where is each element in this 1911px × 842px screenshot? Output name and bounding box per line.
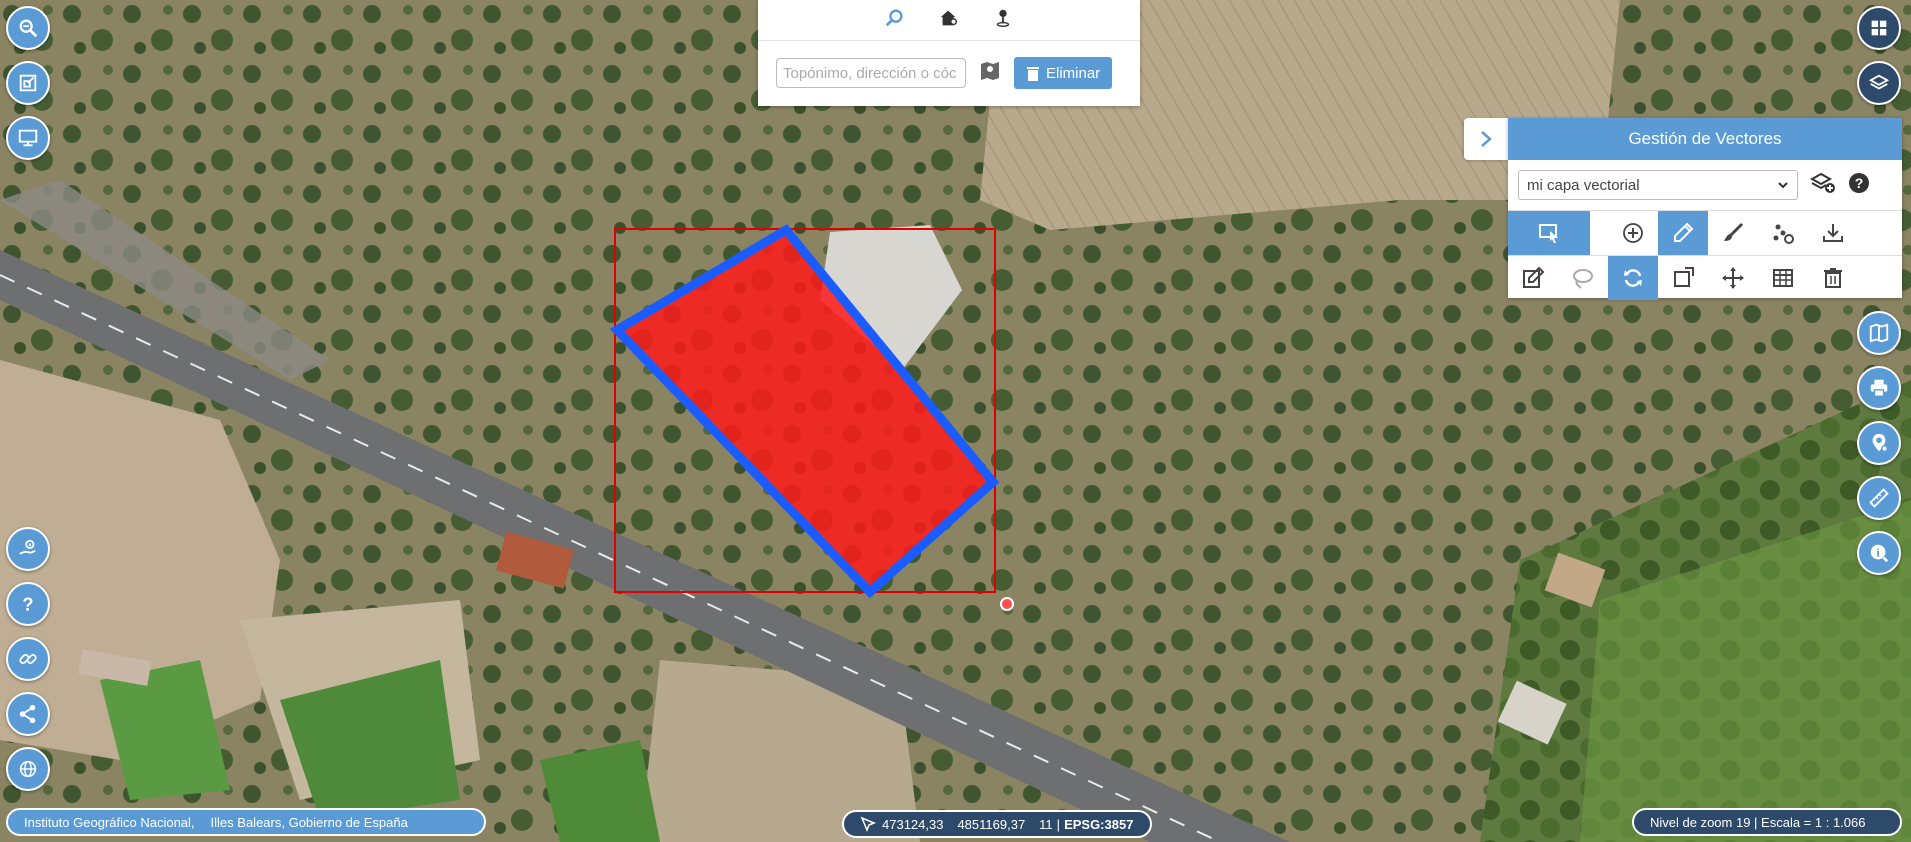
search-input[interactable] <box>776 58 966 88</box>
search-row: Eliminar <box>758 41 1140 89</box>
clear-button[interactable]: Eliminar <box>1014 57 1113 89</box>
apps-button[interactable] <box>1857 6 1901 50</box>
clear-button-label: Eliminar <box>1046 64 1101 82</box>
trash-icon <box>1027 67 1039 81</box>
coord-epsg[interactable]: EPSG:3857 <box>1064 817 1133 832</box>
table-icon <box>1773 269 1793 287</box>
extent-icon <box>19 74 37 92</box>
lasso-icon <box>1573 269 1593 289</box>
tab-search-coordinates[interactable] <box>992 7 1014 34</box>
attribution-ign[interactable]: Instituto Geográfico Nacional, <box>24 815 195 830</box>
tool-row-1 <box>1508 210 1902 255</box>
coordinates-bar: 473124,33 4851169,37 11 | EPSG:3857 <box>842 810 1152 838</box>
snap-icon <box>1773 224 1794 244</box>
measure-button[interactable] <box>1857 476 1901 520</box>
tool-spacer <box>1590 211 1608 255</box>
style-tool[interactable] <box>1708 211 1758 255</box>
scale-bar: Nivel de zoom 19 | Escala = 1 : 1.066 <box>1632 808 1902 836</box>
scale-text: Nivel de zoom 19 | Escala = 1 : 1.066 <box>1650 814 1866 830</box>
layers-button[interactable] <box>1857 61 1901 105</box>
layer-select[interactable]: mi capa vectorial <box>1518 170 1798 200</box>
cursor-icon <box>860 816 876 832</box>
move-arrows-icon <box>1722 267 1744 289</box>
share-button[interactable] <box>6 692 50 736</box>
chevron-down-icon <box>1778 182 1788 189</box>
fullscreen-button[interactable] <box>6 116 50 160</box>
info-button[interactable]: i <box>1857 531 1901 575</box>
rotate-icon <box>1624 269 1642 287</box>
monitor-icon <box>18 129 38 147</box>
resize-icon <box>1674 267 1694 287</box>
link-icon <box>19 654 37 664</box>
panel-title: Gestión de Vectores <box>1508 118 1902 160</box>
printer-icon <box>1870 379 1888 397</box>
rotate-tool[interactable] <box>1608 256 1658 300</box>
chevron-right-icon <box>1481 131 1492 147</box>
delete-tool[interactable] <box>1808 256 1858 300</box>
svg-text:?: ? <box>1855 175 1864 191</box>
resize-tool[interactable] <box>1658 256 1708 300</box>
tool-row-2 <box>1508 255 1902 300</box>
vector-management-panel: Gestión de Vectores mi capa vectorial ? <box>1464 118 1902 300</box>
add-circle-icon <box>1623 223 1643 243</box>
attribution-bar: Instituto Geográfico Nacional, Illes Bal… <box>6 808 486 836</box>
map-search-icon[interactable] <box>978 59 1002 88</box>
select-tool[interactable] <box>1508 211 1590 255</box>
edit-icon <box>1523 266 1545 288</box>
panel-collapse-button[interactable] <box>1464 118 1508 160</box>
snap-tool[interactable] <box>1758 211 1808 255</box>
layers-icon <box>1868 74 1890 90</box>
pencil-icon <box>1674 222 1694 242</box>
svg-text:?: ? <box>22 593 33 614</box>
help-icon[interactable]: ? <box>1848 172 1870 199</box>
draw-tool[interactable] <box>1658 211 1708 255</box>
add-tool[interactable] <box>1608 211 1658 255</box>
coord-zoom: 11 <box>1039 816 1053 832</box>
location-pin-icon <box>1872 433 1888 452</box>
location-button[interactable] <box>1857 421 1901 465</box>
link-button[interactable] <box>6 637 50 681</box>
lasso-tool[interactable] <box>1558 256 1608 300</box>
coord-x: 473124,33 <box>882 816 944 832</box>
map-compare-icon <box>1869 323 1889 343</box>
download-icon <box>1823 224 1843 242</box>
zoom-search-button[interactable] <box>6 6 50 50</box>
trash-icon <box>1824 268 1842 288</box>
tab-search-place[interactable] <box>884 7 906 34</box>
language-button[interactable] <box>6 747 50 791</box>
globe-icon <box>19 760 37 778</box>
layer-select-row: mi capa vectorial ? <box>1508 160 1902 210</box>
tab-search-address[interactable] <box>938 7 960 34</box>
print-button[interactable] <box>1857 366 1901 410</box>
select-feature-icon <box>1539 224 1558 243</box>
coord-separator: | <box>1056 816 1061 832</box>
table-tool[interactable] <box>1758 256 1808 300</box>
house-search-icon <box>940 10 958 25</box>
layer-select-value: mi capa vectorial <box>1527 176 1640 194</box>
edit-attributes-tool[interactable] <box>1508 256 1558 300</box>
info-icon: i <box>1870 544 1889 563</box>
panel-body: Gestión de Vectores mi capa vectorial ? <box>1508 118 1902 300</box>
question-icon: ? <box>22 593 33 614</box>
pin-icon <box>996 9 1010 27</box>
map-compare-button[interactable] <box>1857 311 1901 355</box>
search-panel: Eliminar <box>758 0 1140 106</box>
add-layer-button[interactable] <box>1809 171 1836 200</box>
accessibility-button[interactable] <box>6 527 50 571</box>
grid-icon <box>1871 20 1887 36</box>
search-zoom-icon <box>885 9 903 26</box>
vertex-marker[interactable] <box>1000 597 1014 611</box>
download-tool[interactable] <box>1808 211 1858 255</box>
paintbrush-icon <box>1724 222 1744 241</box>
zoom-extent-button[interactable] <box>6 61 50 105</box>
attribution-balears[interactable]: Illes Balears, Gobierno de España <box>211 815 408 830</box>
zoom-magnifier-icon <box>19 19 38 38</box>
help-button[interactable]: ? <box>6 582 50 626</box>
coord-y: 4851169,37 <box>957 816 1026 832</box>
search-tabs <box>758 0 1140 41</box>
move-tool[interactable] <box>1708 256 1758 300</box>
hand-info-icon <box>19 539 36 555</box>
ruler-icon <box>1869 488 1889 508</box>
share-icon <box>19 704 36 724</box>
